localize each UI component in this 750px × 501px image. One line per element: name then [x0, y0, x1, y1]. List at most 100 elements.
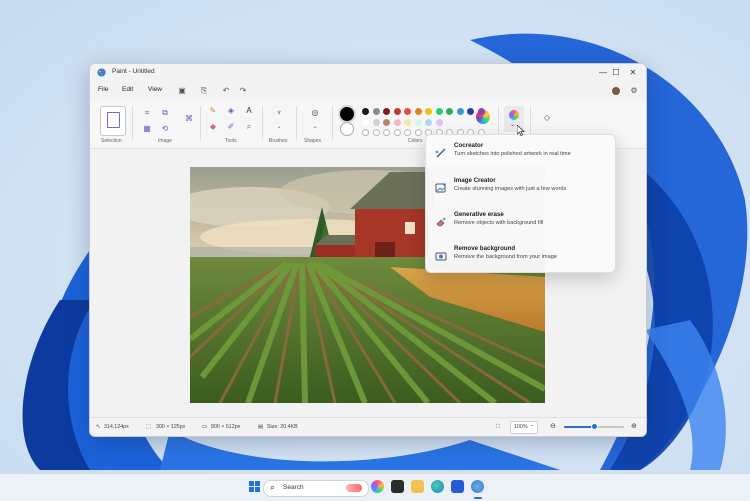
brush-icon[interactable]: ♆: [274, 108, 284, 118]
zoom-dropdown[interactable]: 100% ⌄: [510, 421, 538, 434]
magnifier-icon[interactable]: ⌕: [244, 122, 254, 132]
image-select-icon[interactable]: ⌘: [184, 114, 194, 124]
menu-item-title: Image Creator: [454, 177, 496, 184]
chevron-down-icon: ⌄: [530, 422, 535, 428]
ribbon-divider: [132, 106, 133, 140]
menu-file[interactable]: File: [98, 86, 108, 93]
color-picker-icon[interactable]: ✐: [226, 122, 236, 132]
copilot-icon[interactable]: [371, 480, 384, 493]
color-swatch[interactable]: [372, 108, 380, 115]
menu-item-remove-background[interactable]: Remove background Remove the background …: [426, 242, 615, 274]
file-explorer-icon[interactable]: [411, 480, 424, 493]
resize-icon[interactable]: ⧉: [160, 108, 170, 118]
share-icon[interactable]: ⎘: [198, 85, 210, 97]
windows-logo-icon: [249, 481, 261, 492]
undo-icon[interactable]: ↶: [220, 85, 232, 97]
cursor-position: 314,124px: [104, 424, 129, 430]
color-swatch[interactable]: [362, 108, 369, 115]
menu-item-description: Turn sketches into polished artwork in r…: [454, 151, 571, 157]
chevron-down-icon[interactable]: ⌄: [310, 122, 320, 132]
color-swatch[interactable]: [446, 108, 453, 115]
remove-background-icon: [435, 252, 447, 261]
chevron-down-icon: ⌄: [510, 122, 516, 128]
eraser-icon[interactable]: ◆: [208, 122, 218, 132]
color-swatch[interactable]: [425, 108, 432, 115]
color-swatch[interactable]: [393, 119, 401, 126]
minimize-button[interactable]: —: [596, 67, 610, 79]
cursor-icon: ↖: [96, 424, 101, 430]
color-swatch[interactable]: [414, 108, 422, 115]
color-swatch[interactable]: [414, 119, 422, 126]
taskbar-search-box[interactable]: ⌕ Search: [263, 480, 369, 497]
store-icon[interactable]: [451, 480, 464, 493]
chevron-down-icon[interactable]: ⌄: [274, 122, 284, 132]
selection-tool-button[interactable]: [100, 106, 126, 136]
color-swatch[interactable]: [435, 108, 443, 115]
search-label: Search: [283, 484, 304, 491]
color-swatch[interactable]: [383, 119, 390, 126]
image-icon[interactable]: ▦: [142, 124, 152, 134]
color-swatch[interactable]: [425, 119, 432, 126]
window-title: Paint - Untitled: [112, 68, 155, 75]
fill-bucket-icon[interactable]: ◈: [226, 106, 236, 116]
menu-view[interactable]: View: [148, 86, 162, 93]
zoom-out-icon[interactable]: ⊖: [550, 422, 556, 430]
zoom-slider[interactable]: [564, 423, 624, 430]
menu-item-image-creator[interactable]: Image Creator Create stunning images wit…: [426, 174, 615, 206]
zoom-in-icon[interactable]: ⊕: [631, 422, 637, 430]
secondary-color[interactable]: [340, 122, 354, 136]
save-icon[interactable]: ▣: [176, 85, 188, 97]
close-button[interactable]: ✕: [626, 67, 640, 79]
color-swatch[interactable]: [404, 119, 411, 126]
selection-icon: [107, 112, 120, 128]
shapes-icon[interactable]: ◎: [310, 108, 320, 118]
color-swatch[interactable]: [477, 108, 485, 115]
primary-color[interactable]: [338, 105, 356, 123]
mouse-cursor-icon: [517, 125, 525, 136]
zoom-slider-thumb[interactable]: [590, 423, 598, 430]
maximize-button[interactable]: ☐: [609, 67, 623, 79]
file-size: Size: 20.4KB: [267, 424, 298, 430]
settings-gear-icon[interactable]: ⚙: [628, 85, 640, 97]
custom-color-slot[interactable]: [362, 129, 369, 136]
task-view-icon[interactable]: [391, 480, 404, 493]
color-swatch[interactable]: [383, 108, 390, 115]
custom-color-slot[interactable]: [404, 129, 411, 136]
zoom-value: 100%: [514, 424, 528, 430]
color-swatch[interactable]: [393, 108, 401, 115]
custom-color-slot[interactable]: [372, 129, 380, 136]
taskbar: ⌕ Search: [0, 473, 750, 501]
color-swatch[interactable]: [435, 119, 443, 126]
layers-icon[interactable]: ◇: [542, 113, 552, 123]
color-swatch[interactable]: [467, 108, 474, 115]
custom-color-slot[interactable]: [383, 129, 390, 136]
selection-size-icon: ⬚: [146, 424, 152, 430]
ribbon-divider: [200, 106, 201, 140]
paint-app-icon: [97, 68, 106, 77]
menu-edit[interactable]: Edit: [122, 86, 133, 93]
color-swatch[interactable]: [362, 119, 369, 126]
menu-item-cocreator[interactable]: Cocreator Turn sketches into polished ar…: [426, 139, 615, 171]
cocreator-dropdown-menu: Cocreator Turn sketches into polished ar…: [425, 134, 616, 273]
brush-sparkle-icon: [435, 148, 446, 158]
color-swatch[interactable]: [404, 108, 411, 115]
eraser-sparkle-icon: [436, 217, 446, 227]
menu-item-title: Generative erase: [454, 211, 504, 218]
group-label-selection: Selection: [101, 138, 122, 144]
start-button[interactable]: [249, 481, 261, 493]
account-avatar[interactable]: [612, 87, 620, 95]
crop-icon[interactable]: ⌗: [142, 108, 152, 118]
selection-size: 300 × 125px: [156, 424, 186, 430]
color-swatch[interactable]: [372, 119, 380, 126]
menu-item-generative-erase[interactable]: Generative erase Remove objects with bac…: [426, 208, 615, 240]
color-swatch[interactable]: [456, 108, 464, 115]
rotate-icon[interactable]: ⟲: [160, 124, 170, 134]
custom-color-slot[interactable]: [393, 129, 401, 136]
pencil-icon[interactable]: ✎: [208, 106, 218, 116]
paint-taskbar-icon[interactable]: [471, 480, 484, 493]
custom-color-slot[interactable]: [414, 129, 422, 136]
text-icon[interactable]: A: [244, 106, 254, 116]
fit-to-window-icon[interactable]: ⛶: [496, 424, 500, 431]
redo-icon[interactable]: ↷: [237, 85, 249, 97]
edge-browser-icon[interactable]: [431, 480, 444, 493]
